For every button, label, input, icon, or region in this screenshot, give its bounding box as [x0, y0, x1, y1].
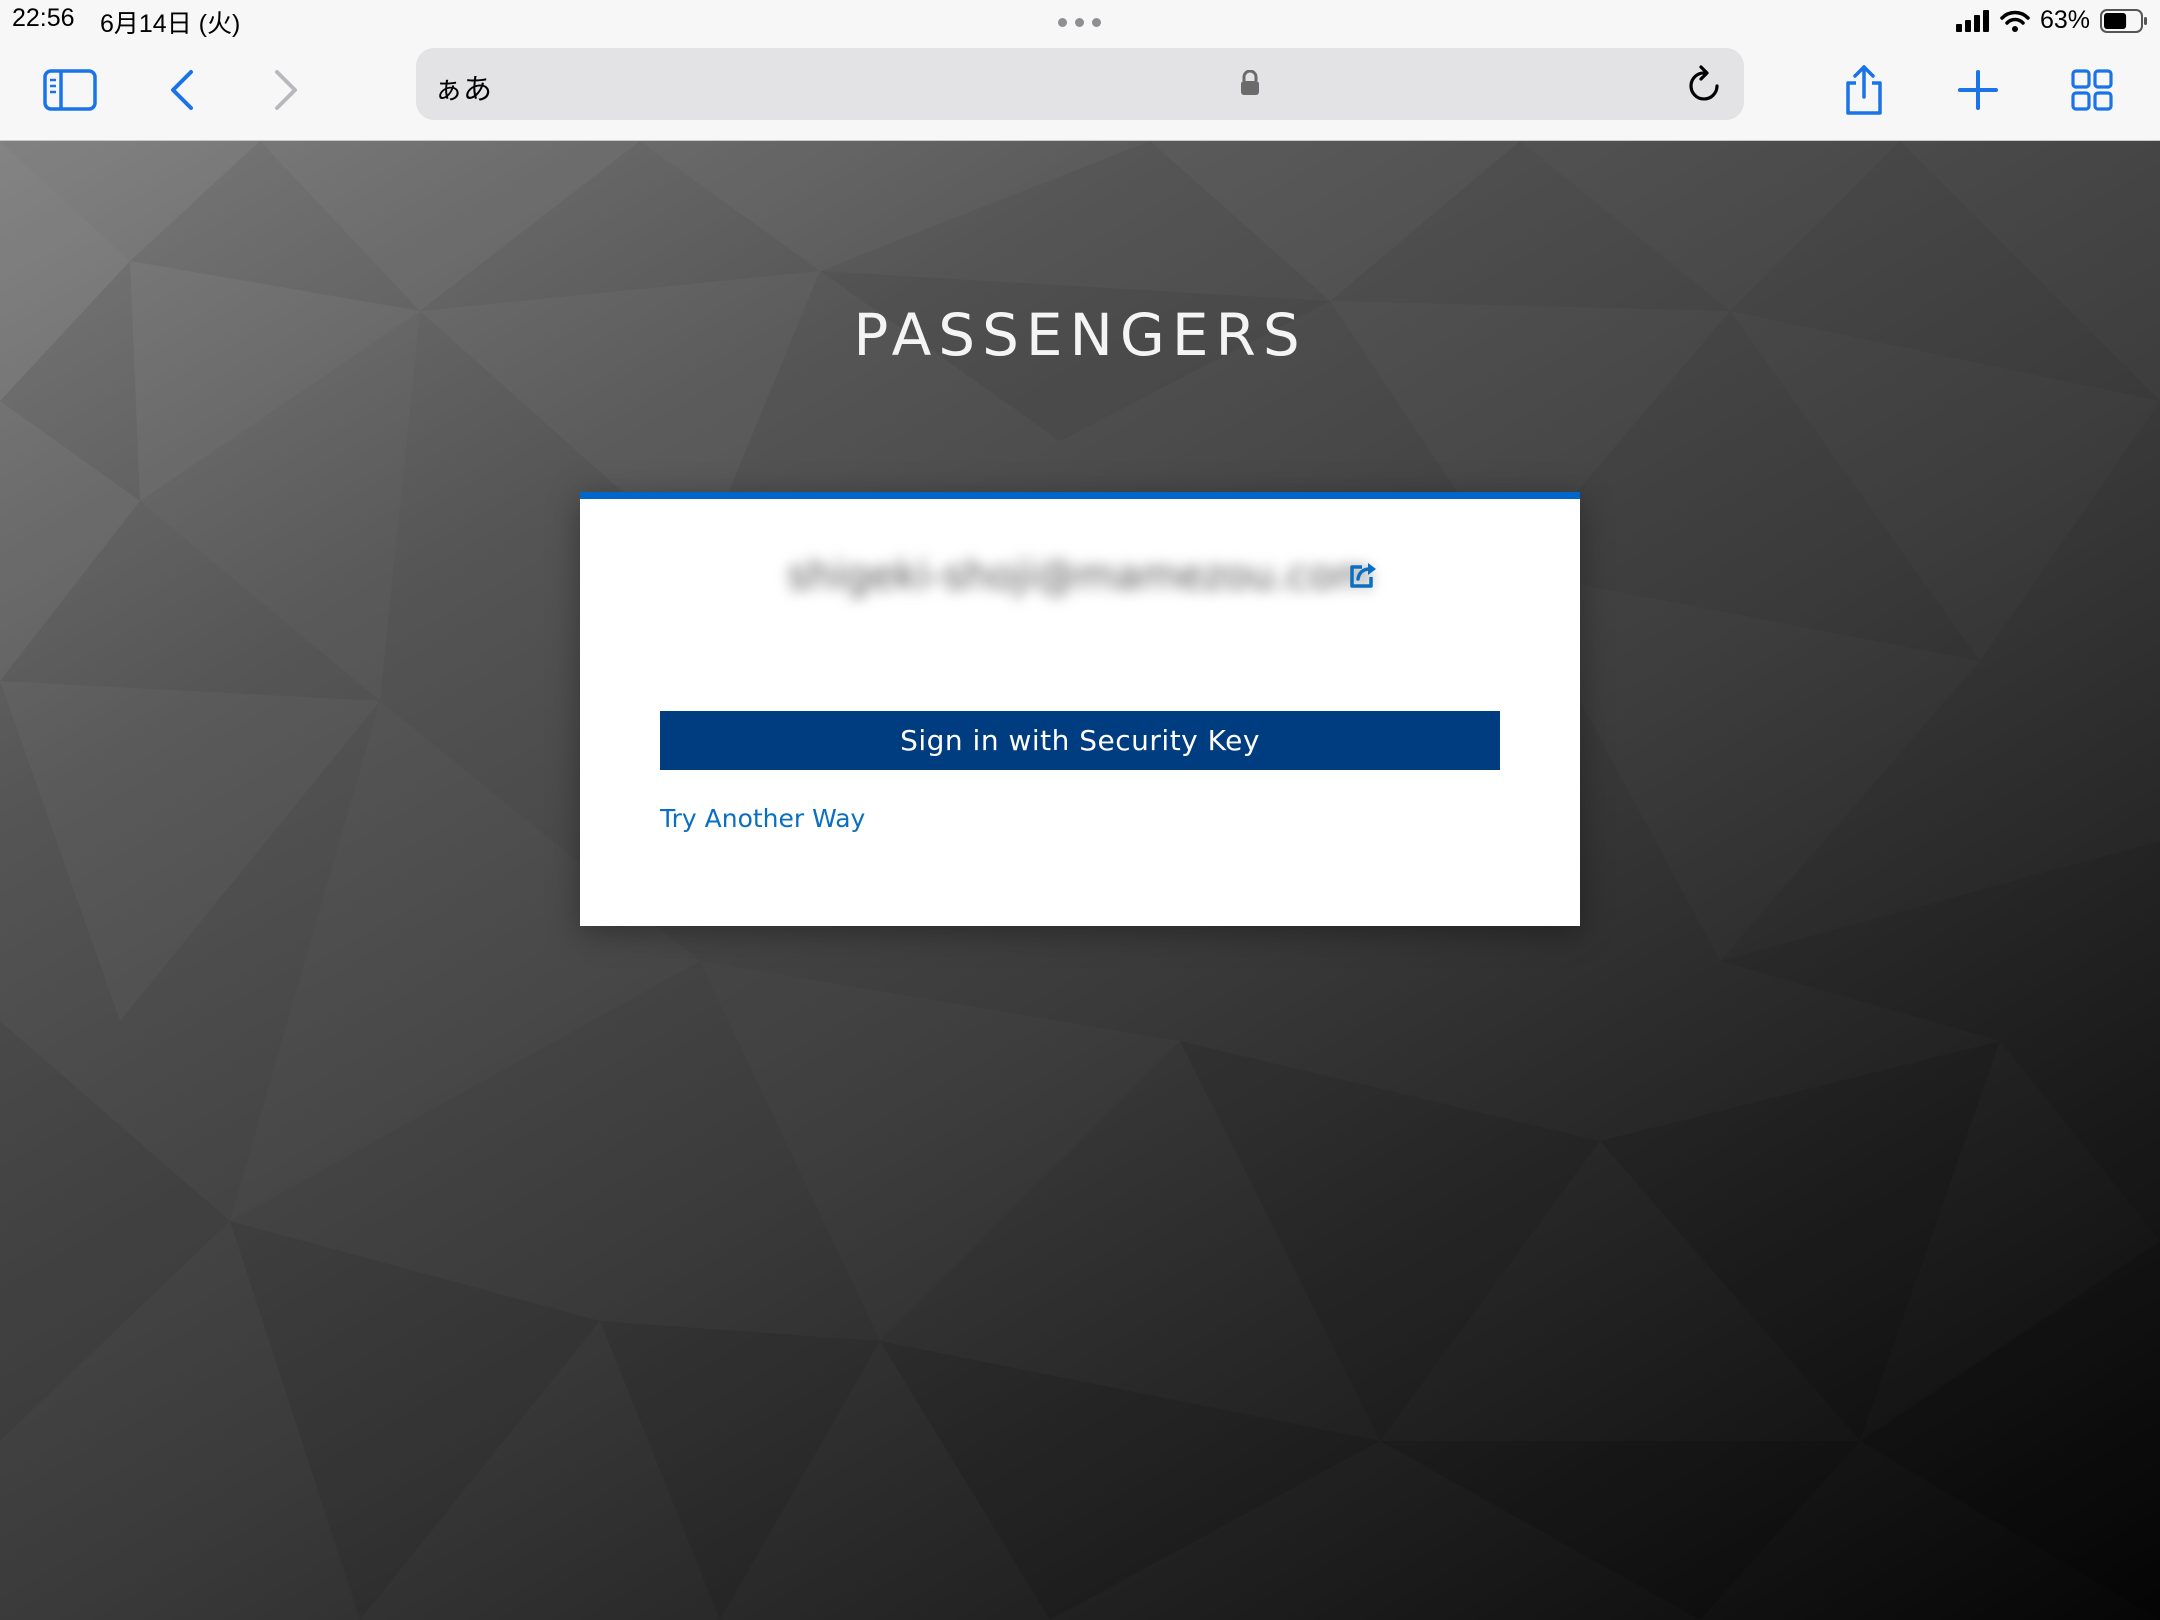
tabs-overview-icon[interactable]: [2062, 60, 2122, 120]
login-page: PASSENGERS shigeki-shoji@mamezou.com Sig…: [0, 141, 2160, 1620]
status-time: 22:56: [12, 4, 75, 32]
brand-title: PASSENGERS: [853, 301, 1307, 369]
reset-login-icon[interactable]: [1348, 561, 1378, 589]
sidebar-icon[interactable]: [40, 60, 100, 120]
status-bar: 22:56 6月14日 (火) 63%: [0, 0, 2160, 44]
address-text[interactable]: ぁあ: [434, 66, 492, 108]
share-icon[interactable]: [1834, 60, 1894, 120]
lock-icon: [1241, 70, 1259, 95]
back-icon[interactable]: [152, 60, 212, 120]
status-date: 6月14日 (火): [100, 10, 241, 38]
status-indicators: 63%: [1955, 6, 2148, 35]
forward-icon[interactable]: [256, 60, 316, 120]
more-dots-icon[interactable]: [1058, 18, 1101, 27]
cellular-signal-icon: [1955, 9, 1989, 32]
attempted-username: shigeki-shoji@mamezou.com: [787, 553, 1373, 599]
wifi-icon: [2000, 10, 2030, 32]
battery-percent: 63%: [2039, 6, 2090, 34]
address-bar[interactable]: ぁあ: [416, 48, 1744, 120]
battery-icon: [2100, 8, 2147, 33]
sign-in-security-key-button[interactable]: Sign in with Security Key: [660, 711, 1500, 770]
username-row: shigeki-shoji@mamezou.com: [580, 553, 1580, 599]
browser-toolbar: ぁあ: [0, 44, 2160, 141]
reload-icon[interactable]: [1686, 64, 1724, 104]
try-another-way-link[interactable]: Try Another Way: [660, 804, 865, 833]
new-tab-icon[interactable]: [1948, 60, 2008, 120]
login-card: shigeki-shoji@mamezou.com Sign in with S…: [580, 492, 1580, 926]
